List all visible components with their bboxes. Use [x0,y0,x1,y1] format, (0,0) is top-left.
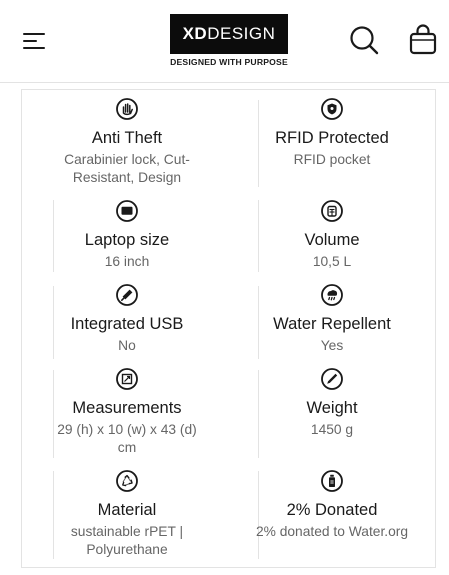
usb-icon [116,284,138,306]
volume-icon [321,200,343,222]
menu-button[interactable] [20,27,50,53]
feature-title: Laptop size [84,231,170,249]
measurements-icon [116,368,138,390]
shopping-bag-icon[interactable] [408,23,438,55]
feature-value: 10,5 L [312,254,352,269]
rfid-shield-icon [321,98,343,120]
feature-value: Carabinier lock, Cut-Resistant, Design [64,152,190,185]
feature-title: Material [97,501,157,519]
feature-rfid: RFID Protected RFID pocket [247,98,417,169]
feature-measurements: Measurements 29 (h) x 10 (w) x 43 (d) cm [42,368,212,457]
site-header: XDDESIGN DESIGNED WITH PURPOSE [0,0,449,83]
feature-water-repellent: Water Repellent Yes [247,284,417,355]
feature-value: RFID pocket [293,152,371,167]
feature-value: 2% donated to Water.org [255,524,409,539]
feature-title: RFID Protected [275,129,389,147]
feature-value: Yes [320,338,344,353]
search-icon[interactable] [348,24,380,56]
feature-title: Integrated USB [70,315,184,333]
feature-donated: 2% Donated 2% donated to Water.org [239,470,425,541]
feature-anti-theft: Anti Theft Carabinier lock, Cut-Resistan… [42,98,212,187]
water-repellent-icon [321,284,343,306]
feature-value: sustainable rPET | Polyurethane [70,524,184,557]
feature-title: Water Repellent [273,315,391,333]
feature-title: Anti Theft [91,129,163,147]
feature-value: 16 inch [104,254,150,269]
feature-title: Weight [306,399,358,417]
logo-mark: XDDESIGN [170,14,288,54]
feature-value: No [118,338,136,353]
feature-title: Measurements [72,399,182,417]
feature-title: 2% Donated [286,501,378,519]
product-features-panel: Anti Theft Carabinier lock, Cut-Resistan… [21,89,436,568]
feature-integrated-usb: Integrated USB No [42,284,212,355]
recycle-icon [116,470,138,492]
menu-bar [23,33,45,35]
menu-bar [23,47,45,49]
weight-icon [321,368,343,390]
logo-tagline: DESIGNED WITH PURPOSE [170,57,288,67]
feature-weight: Weight 1450 g [247,368,417,439]
feature-laptop-size: Laptop size 16 inch [42,200,212,271]
donation-bottle-icon [321,470,343,492]
anti-theft-hand-icon [116,98,138,120]
menu-bar [23,40,37,42]
feature-material: Material sustainable rPET | Polyurethane [42,470,212,559]
feature-title: Volume [304,231,360,249]
feature-volume: Volume 10,5 L [247,200,417,271]
brand-logo[interactable]: XDDESIGN DESIGNED WITH PURPOSE [163,13,295,69]
feature-value: 29 (h) x 10 (w) x 43 (d) cm [57,422,197,455]
laptop-icon [116,200,138,222]
feature-value: 1450 g [310,422,354,437]
